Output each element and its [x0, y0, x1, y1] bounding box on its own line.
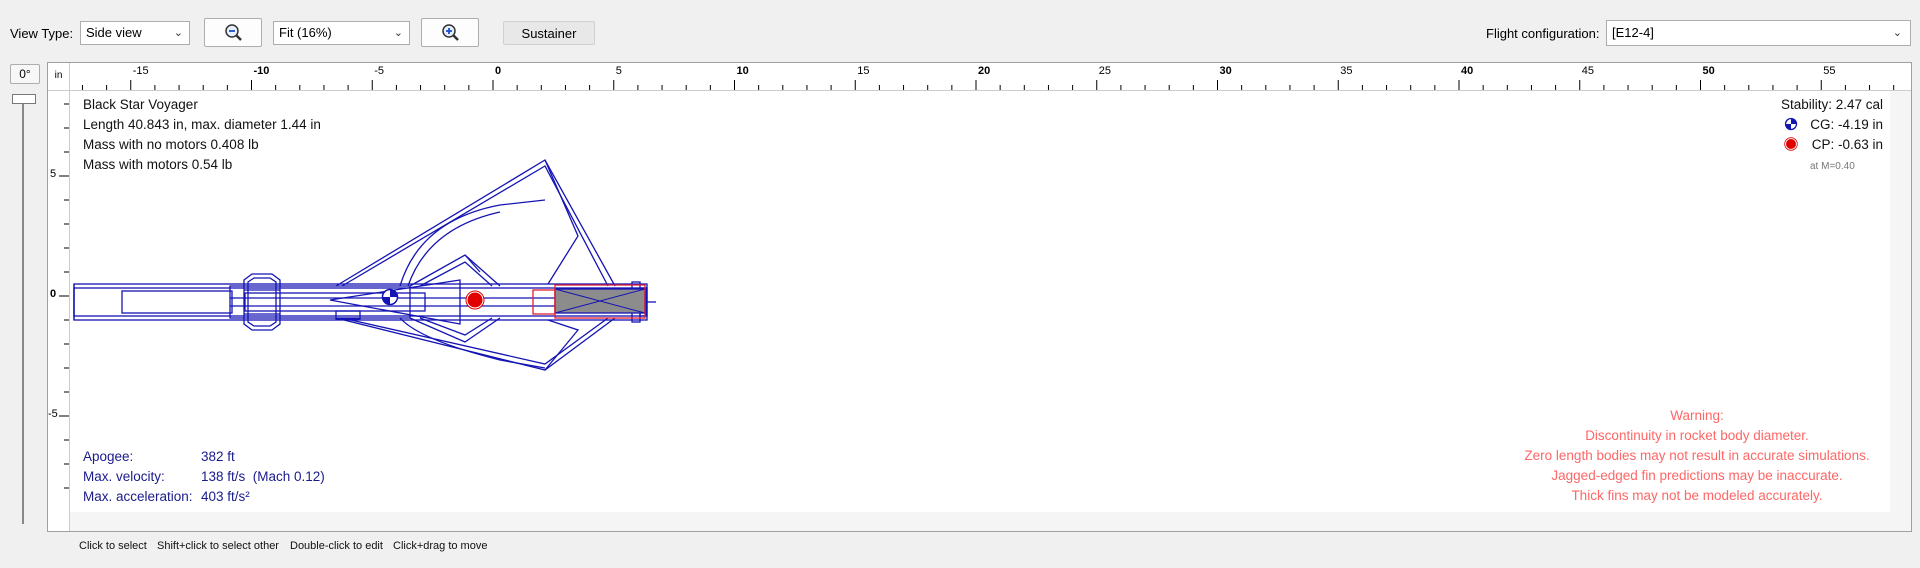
mach-note: at M=0.40 [1810, 161, 1855, 172]
cg-marker [381, 288, 399, 306]
max-velocity-value: 138 ft/s (Mach 0.12) [201, 469, 325, 484]
max-acceleration-value: 403 ft/s² [201, 489, 250, 504]
max-velocity-label: Max. velocity: [83, 469, 165, 484]
cp-legend-icon [1784, 137, 1798, 151]
rocket-mass-no-motors: Mass with no motors 0.408 lb [83, 137, 259, 152]
rocket-length: Length 40.843 in, max. diameter 1.44 in [83, 117, 321, 132]
hint-move: Click+drag to move [393, 540, 488, 552]
rocket-mass-with-motors: Mass with motors 0.54 lb [83, 157, 233, 172]
hint-select: Click to select [79, 540, 147, 552]
cg-legend-icon [1784, 117, 1798, 131]
warning-line: Thick fins may not be modeled accurately… [1571, 488, 1823, 503]
max-acceleration-label: Max. acceleration: [83, 489, 193, 504]
warning-line: Zero length bodies may not result in acc… [1524, 448, 1870, 463]
warning-line: Discontinuity in rocket body diameter. [1585, 428, 1809, 443]
hint-edit: Double-click to edit [290, 540, 383, 552]
stability-value: Stability: 2.47 cal [1780, 97, 1883, 112]
cp-marker [465, 290, 485, 310]
cp-value: CP: -0.63 in [1811, 137, 1883, 152]
rocket-name: Black Star Voyager [83, 97, 198, 112]
cg-value: CG: -4.19 in [1810, 117, 1883, 132]
apogee-value: 382 ft [201, 449, 235, 464]
warning-title: Warning: [1670, 408, 1724, 423]
warning-line: Jagged-edged fin predictions may be inac… [1551, 468, 1843, 483]
hint-select-other: Shift+click to select other [157, 540, 279, 552]
apogee-label: Apogee: [83, 449, 134, 464]
